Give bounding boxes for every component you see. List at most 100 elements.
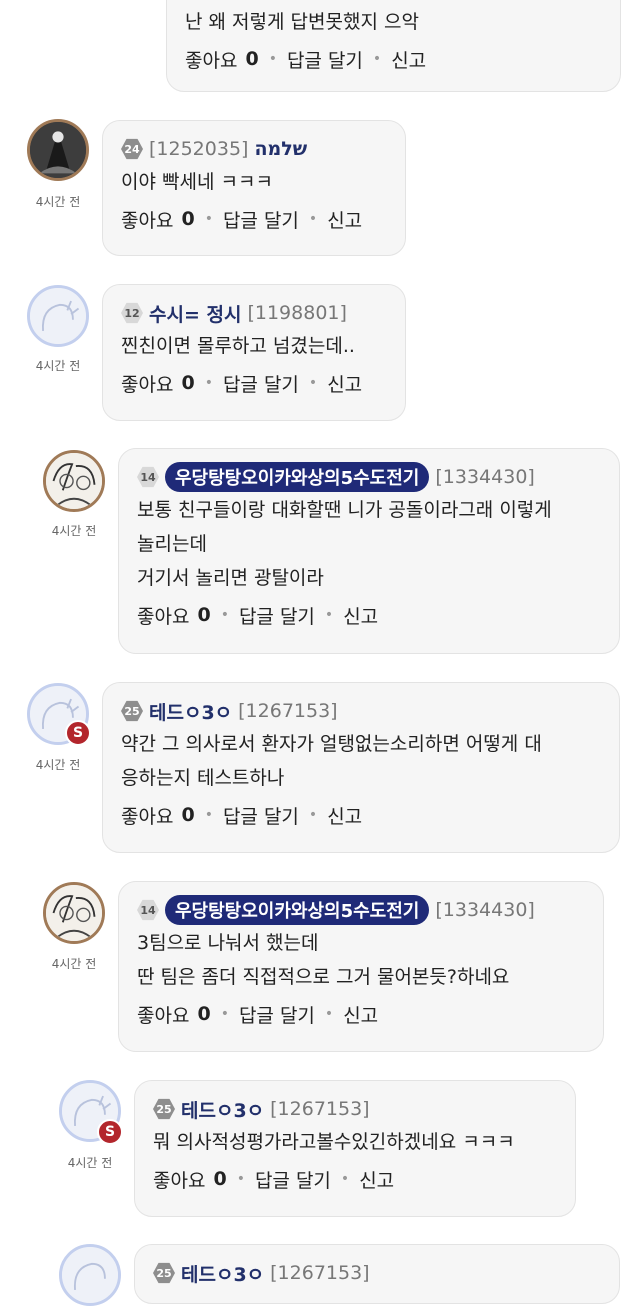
like-count: 0 (181, 208, 195, 230)
comment-text-line: 거기서 놀리면 광탈이라 (137, 567, 324, 589)
comment-header: 14 우당탕탕오이카와상의5수도전기 [1334430] (137, 895, 585, 925)
comment-text-line: 딴 팀은 좀더 직접적으로 그거 물어본듯?하네요 (137, 966, 510, 988)
separator-dot: • (204, 375, 213, 391)
avatar[interactable] (27, 119, 89, 181)
s-badge-icon: S (97, 1119, 123, 1145)
user-nickname[interactable]: 우당탕탕오이카와상의5수도전기 (165, 895, 430, 925)
user-id: [1267153] (270, 1098, 370, 1120)
avatar-image (46, 885, 102, 941)
comment-time: 4시간 전 (35, 359, 81, 373)
like-button[interactable]: 좋아요 (153, 1166, 205, 1193)
like-button[interactable]: 좋아요 (185, 46, 237, 73)
like-button[interactable]: 좋아요 (121, 370, 173, 397)
reply-button[interactable]: 답글 달기 (239, 602, 315, 629)
report-button[interactable]: 신고 (343, 602, 378, 629)
user-nickname[interactable]: 우당탕탕오이카와상의5수도전기 (165, 462, 430, 492)
user-nickname[interactable]: 테드ㅇ3ㅇ (149, 698, 232, 725)
comment-header: 12 수시= 정시 [1198801] (121, 299, 387, 327)
comment-time: 4시간 전 (67, 1156, 113, 1170)
user-id: [1252035] (149, 138, 249, 160)
report-button[interactable]: 신고 (343, 1001, 378, 1028)
comment-actions: 좋아요 0 • 답글 달기 • 신고 (121, 201, 387, 237)
comment-header: 25 테드ㅇ3ㅇ [1267153] (121, 697, 601, 725)
like-button[interactable]: 좋아요 (121, 206, 173, 233)
avatar-image (62, 1247, 118, 1303)
comment-actions: 좋아요 0 • 답글 달기 • 신고 (137, 996, 585, 1032)
report-button[interactable]: 신고 (327, 802, 362, 829)
user-nickname[interactable]: 수시= 정시 (149, 300, 241, 327)
comment-time: 4시간 전 (35, 195, 81, 209)
comment-header: 25 테드ㅇ3ㅇ [1267153] (153, 1095, 557, 1123)
level-badge: 24 (121, 138, 143, 160)
avatar[interactable] (27, 285, 89, 347)
comment-body: 찐친이면 몰루하고 넘겼는데.. (121, 329, 387, 363)
report-button[interactable]: 신고 (327, 206, 362, 233)
comment-body: 난 왜 저렇게 답변못했지 으악 (185, 5, 602, 39)
reply-button[interactable]: 답글 달기 (287, 46, 363, 73)
comment-header: 24 [1252035] שלמה (121, 135, 387, 163)
comment-body: 뭐 의사적성평가라고볼수있긴하겠네요 ㅋㅋㅋ (153, 1125, 557, 1159)
user-id: [1198801] (247, 302, 347, 324)
avatar[interactable] (59, 1244, 121, 1306)
user-id: [1267153] (238, 700, 338, 722)
comment-body: 보통 친구들이랑 대화할땐 니가 공돌이라그래 이렇게 놀리는데 거기서 놀리면… (137, 493, 601, 595)
avatar-image (30, 288, 86, 344)
avatar[interactable] (43, 882, 105, 944)
comment-bubble: 12 수시= 정시 [1198801] 찐친이면 몰루하고 넘겼는데.. 좋아요… (102, 284, 406, 421)
user-nickname[interactable]: 테드ㅇ3ㅇ (181, 1096, 264, 1123)
comment-body: 약간 그 의사로서 환자가 얼탱없는소리하면 어떻게 대 응하는지 테스트하나 (121, 727, 601, 795)
report-button[interactable]: 신고 (391, 46, 426, 73)
comment-text-line: 이야 빡세네 ㅋㅋㅋ (121, 171, 273, 193)
avatar-image (46, 453, 102, 509)
like-button[interactable]: 좋아요 (137, 602, 189, 629)
user-nickname[interactable]: שלמה (254, 138, 307, 160)
reply-button[interactable]: 답글 달기 (239, 1001, 315, 1028)
level-badge: 12 (121, 302, 143, 324)
reply-button[interactable]: 답글 달기 (255, 1166, 331, 1193)
comment-actions: 좋아요 0 • 답글 달기 • 신고 (137, 597, 601, 633)
like-count: 0 (181, 804, 195, 826)
comment-header: 25 테드ㅇ3ㅇ [1267153] (153, 1259, 601, 1287)
comment-header: 14 우당탕탕오이카와상의5수도전기 [1334430] (137, 462, 601, 492)
comment-bubble: 14 우당탕탕오이카와상의5수도전기 [1334430] 3팀으로 나눠서 했는… (118, 881, 604, 1052)
comment-time: 4시간 전 (35, 758, 81, 772)
report-button[interactable]: 신고 (359, 1166, 394, 1193)
comment-text-line: 놀리는데 (137, 533, 207, 555)
level-badge: 14 (137, 899, 159, 921)
comment-text-line: 보통 친구들이랑 대화할땐 니가 공돌이라그래 이렇게 (137, 499, 552, 521)
separator-dot: • (308, 211, 318, 227)
reply-button[interactable]: 답글 달기 (223, 206, 299, 233)
separator-dot: • (324, 607, 334, 623)
comment-text-line: 응하는지 테스트하나 (121, 767, 285, 789)
reply-button[interactable]: 답글 달기 (223, 802, 299, 829)
like-button[interactable]: 좋아요 (137, 1001, 189, 1028)
level-badge: 25 (153, 1098, 175, 1120)
comment-time: 4시간 전 (51, 524, 97, 538)
separator-dot: • (308, 807, 318, 823)
avatar-image (30, 122, 86, 178)
like-count: 0 (197, 1003, 211, 1025)
comment-actions: 좋아요 0 • 답글 달기 • 신고 (121, 365, 387, 401)
avatar[interactable] (43, 450, 105, 512)
report-button[interactable]: 신고 (327, 370, 362, 397)
user-id: [1267153] (270, 1262, 370, 1284)
comment-bubble: 25 테드ㅇ3ㅇ [1267153] 약간 그 의사로서 환자가 얼탱없는소리하… (102, 682, 620, 853)
comment-actions: 좋아요 0 • 답글 달기 • 신고 (185, 41, 602, 77)
reply-button[interactable]: 답글 달기 (223, 370, 299, 397)
comment-time: 4시간 전 (51, 957, 97, 971)
comment-body: 3팀으로 나눠서 했는데 딴 팀은 좀더 직접적으로 그거 물어본듯?하네요 (137, 926, 585, 994)
separator-dot: • (340, 1171, 350, 1187)
like-button[interactable]: 좋아요 (121, 802, 173, 829)
comment-text-line: 3팀으로 나눠서 했는데 (137, 932, 319, 954)
separator-dot: • (220, 607, 229, 623)
user-id: [1334430] (435, 899, 535, 921)
comment-text-line: 약간 그 의사로서 환자가 얼탱없는소리하면 어떻게 대 (121, 733, 542, 755)
comment-actions: 좋아요 0 • 답글 달기 • 신고 (153, 1161, 557, 1197)
comment-bubble: 25 테드ㅇ3ㅇ [1267153] 뭐 의사적성평가라고볼수있긴하겠네요 ㅋㅋ… (134, 1080, 576, 1217)
comment-actions: 좋아요 0 • 답글 달기 • 신고 (121, 797, 601, 833)
separator-dot: • (220, 1006, 229, 1022)
comment-bubble: 24 [1252035] שלמה 이야 빡세네 ㅋㅋㅋ 좋아요 0 • 답글 … (102, 120, 406, 256)
level-badge: 25 (153, 1262, 175, 1284)
user-id: [1334430] (435, 466, 535, 488)
user-nickname[interactable]: 테드ㅇ3ㅇ (181, 1260, 264, 1287)
